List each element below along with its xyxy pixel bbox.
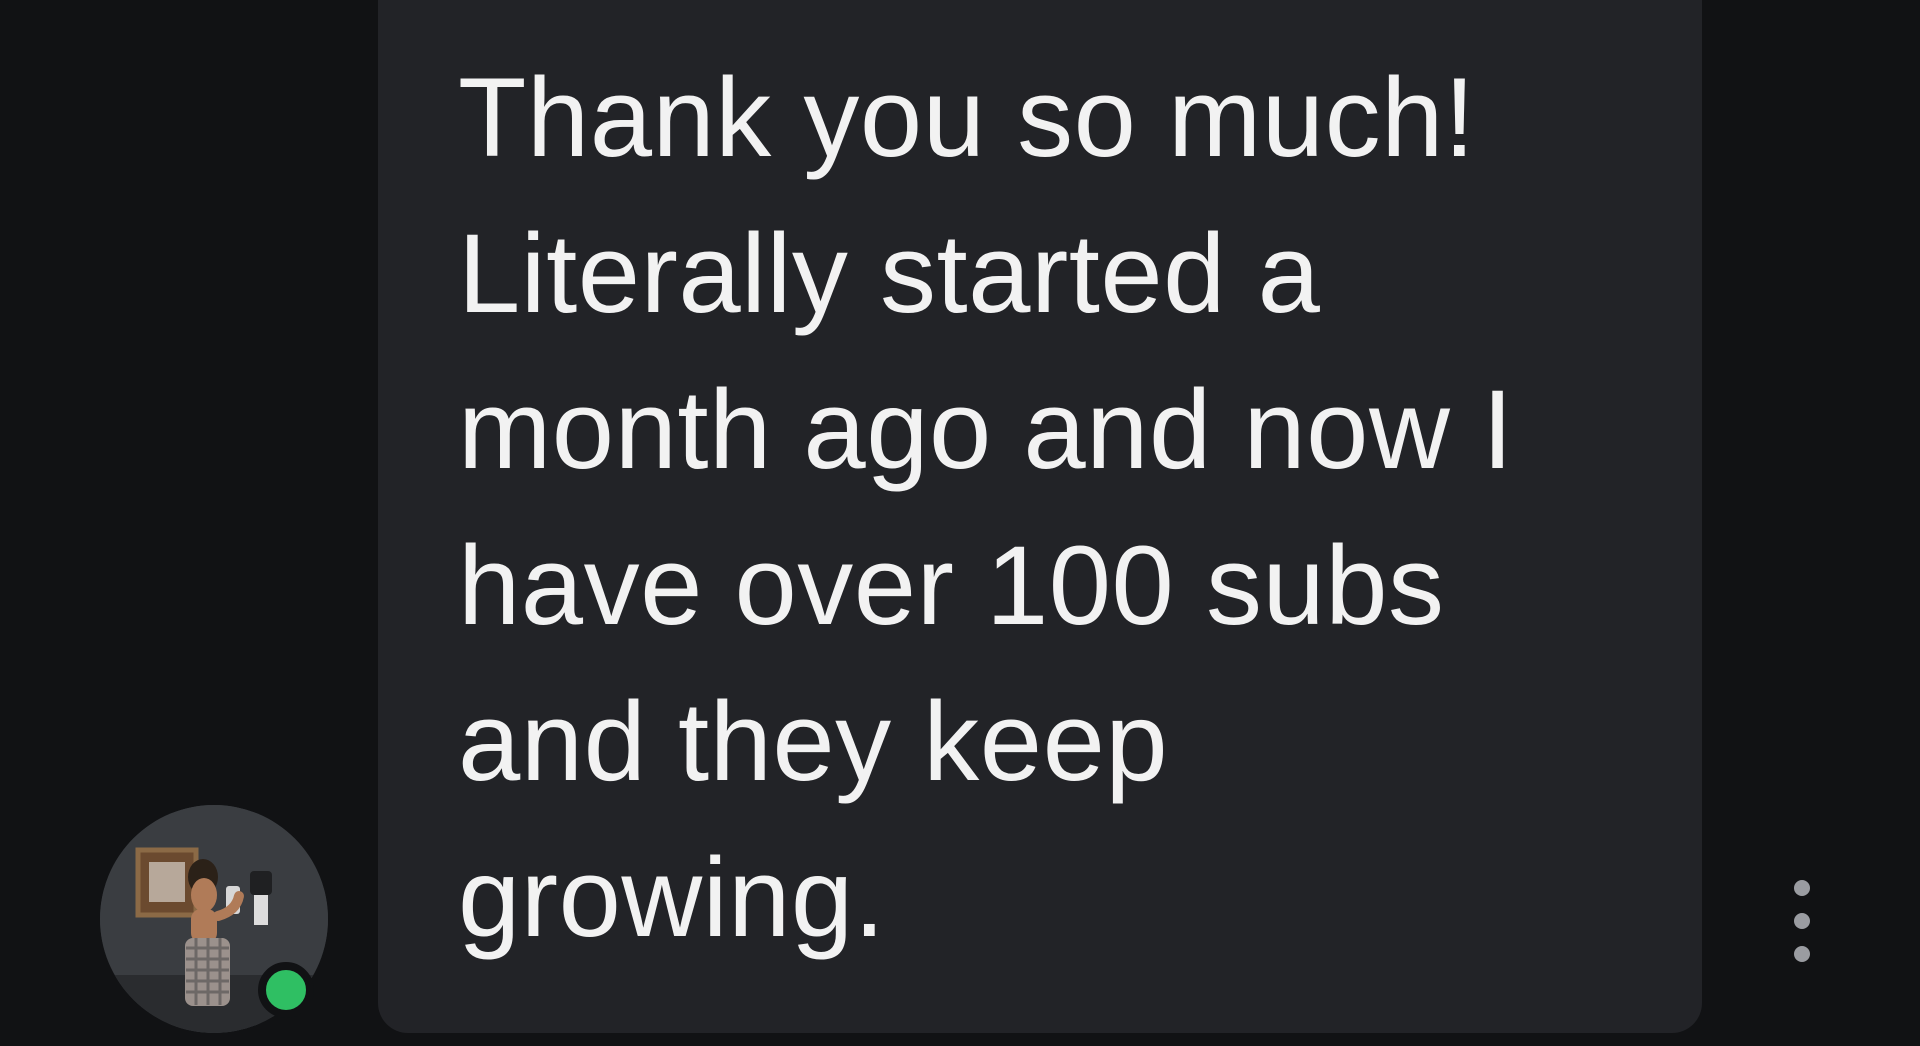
online-status-indicator [258, 962, 314, 1018]
chat-screen: Thank you so much! Literally started a m… [0, 0, 1920, 1046]
message-text: Thank you so much! Literally started a m… [458, 55, 1514, 960]
vertical-ellipsis-icon [1794, 946, 1810, 962]
message-bubble[interactable]: Thank you so much! Literally started a m… [378, 0, 1702, 1033]
vertical-ellipsis-icon [1794, 913, 1810, 929]
more-options-button[interactable] [1780, 880, 1824, 962]
vertical-ellipsis-icon [1794, 880, 1810, 896]
message-row: Thank you so much! Literally started a m… [0, 0, 1920, 1046]
